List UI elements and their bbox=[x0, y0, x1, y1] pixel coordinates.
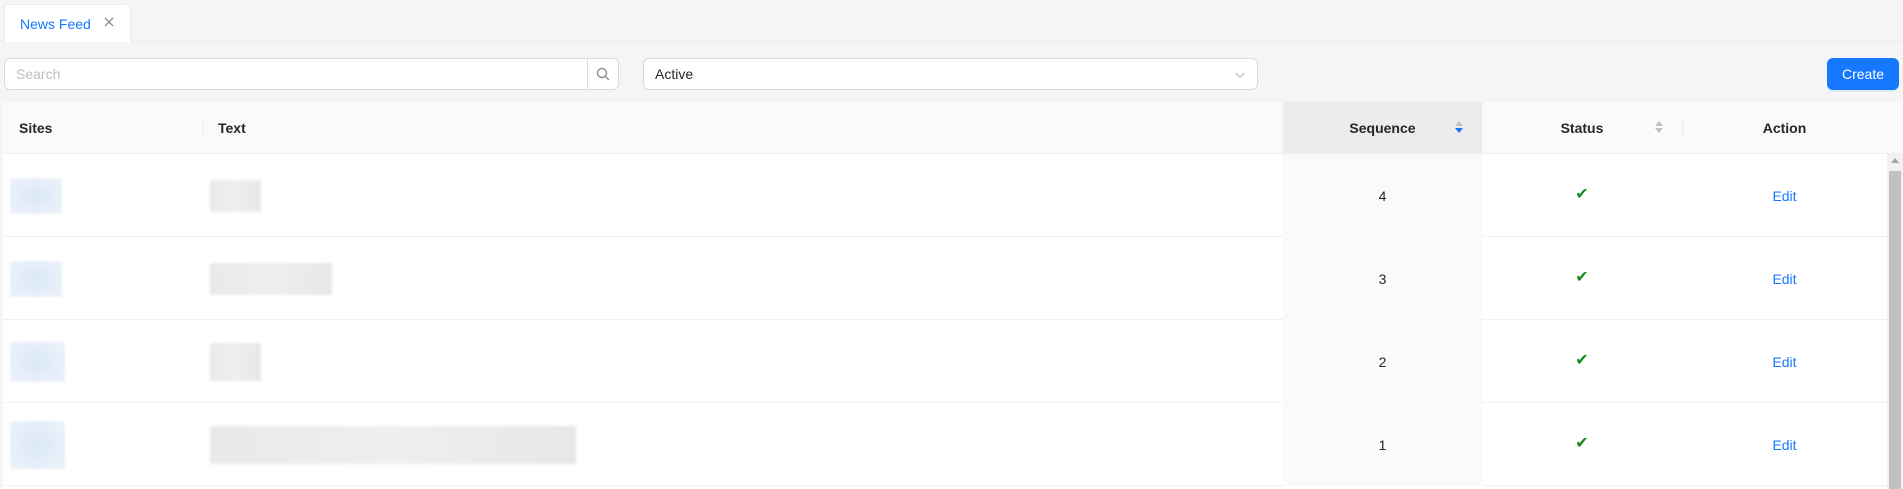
sort-icon[interactable] bbox=[1454, 121, 1464, 137]
sequence-cell: 3 bbox=[1283, 237, 1482, 320]
scrollbar-thumb[interactable] bbox=[1889, 171, 1901, 489]
search-button[interactable] bbox=[587, 59, 618, 89]
action-cell: Edit bbox=[1682, 237, 1887, 320]
news-feed-table: Sites Text Sequence Status Action 4 ✔ Ed… bbox=[3, 102, 1903, 489]
column-header-sequence[interactable]: Sequence bbox=[1283, 102, 1482, 154]
table-header: Sites Text Sequence Status Action bbox=[3, 102, 1903, 154]
table-row: 4 ✔ Edit bbox=[3, 154, 1887, 237]
site-thumbnail bbox=[10, 260, 62, 297]
text-cell bbox=[203, 403, 1283, 486]
column-header-action: Action bbox=[1682, 102, 1887, 154]
sequence-cell: 1 bbox=[1283, 403, 1482, 486]
sequence-cell: 2 bbox=[1283, 320, 1482, 403]
edit-link[interactable]: Edit bbox=[1772, 354, 1796, 370]
text-cell bbox=[203, 237, 1283, 320]
status-cell: ✔ bbox=[1482, 154, 1682, 237]
table-row: 3 ✔ Edit bbox=[3, 237, 1887, 320]
site-cell bbox=[3, 237, 203, 320]
site-thumbnail bbox=[10, 177, 62, 214]
redacted-text bbox=[210, 262, 332, 295]
check-icon: ✔ bbox=[1575, 434, 1589, 452]
table-row: 2 ✔ Edit bbox=[3, 320, 1887, 403]
vertical-scrollbar[interactable] bbox=[1887, 154, 1903, 489]
status-cell: ✔ bbox=[1482, 320, 1682, 403]
check-icon: ✔ bbox=[1575, 268, 1589, 286]
tab-bar: News Feed bbox=[0, 0, 1903, 42]
action-cell: Edit bbox=[1682, 320, 1887, 403]
edit-link[interactable]: Edit bbox=[1772, 437, 1796, 453]
edit-link[interactable]: Edit bbox=[1772, 271, 1796, 287]
toolbar: Active Create bbox=[0, 42, 1903, 102]
action-cell: Edit bbox=[1682, 403, 1887, 486]
sort-icon[interactable] bbox=[1654, 121, 1664, 137]
check-icon: ✔ bbox=[1575, 351, 1589, 369]
chevron-down-icon bbox=[1234, 68, 1246, 84]
site-cell bbox=[3, 403, 203, 486]
text-cell bbox=[203, 320, 1283, 403]
action-cell: Edit bbox=[1682, 154, 1887, 237]
search-box bbox=[4, 58, 619, 90]
site-thumbnail bbox=[10, 420, 65, 469]
redacted-text bbox=[210, 425, 576, 464]
site-cell bbox=[3, 320, 203, 403]
status-filter-value: Active bbox=[655, 66, 694, 82]
tab-label: News Feed bbox=[20, 15, 91, 32]
site-cell bbox=[3, 154, 203, 237]
column-header-status[interactable]: Status bbox=[1482, 102, 1682, 154]
search-icon bbox=[596, 67, 610, 81]
text-cell bbox=[203, 154, 1283, 237]
check-icon: ✔ bbox=[1575, 185, 1589, 203]
status-cell: ✔ bbox=[1482, 237, 1682, 320]
column-header-text: Text bbox=[203, 102, 1283, 154]
status-filter-select[interactable]: Active bbox=[643, 58, 1258, 90]
site-thumbnail bbox=[10, 341, 65, 382]
sequence-cell: 4 bbox=[1283, 154, 1482, 237]
status-cell: ✔ bbox=[1482, 403, 1682, 486]
redacted-text bbox=[210, 342, 261, 381]
create-button[interactable]: Create bbox=[1827, 58, 1899, 90]
scroll-up-arrow-icon[interactable] bbox=[1891, 158, 1899, 163]
column-header-sites: Sites bbox=[19, 120, 53, 136]
close-icon[interactable] bbox=[102, 16, 116, 30]
search-input[interactable] bbox=[5, 59, 587, 89]
redacted-text bbox=[210, 179, 261, 212]
edit-link[interactable]: Edit bbox=[1772, 188, 1796, 204]
table-row: 1 ✔ Edit bbox=[3, 403, 1887, 486]
tab-news-feed[interactable]: News Feed bbox=[4, 4, 131, 42]
